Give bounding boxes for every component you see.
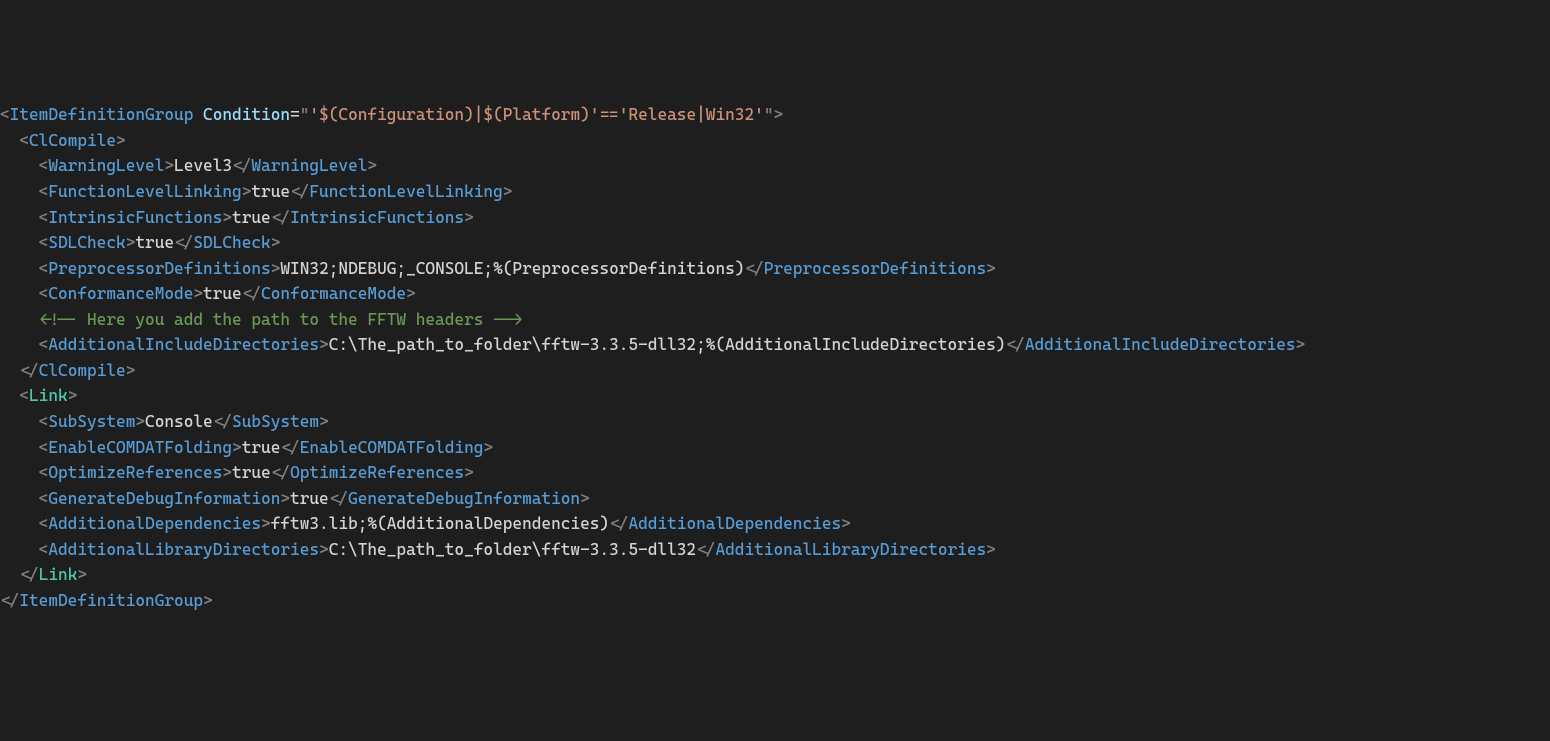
code-line: <AdditionalIncludeDirectories>C:\The_pat… <box>0 332 1550 358</box>
code-line: <PreprocessorDefinitions>WIN32;NDEBUG;_C… <box>0 256 1550 282</box>
code-line: </ClCompile> <box>0 358 1550 384</box>
code-line: <AdditionalLibraryDirectories>C:\The_pat… <box>0 537 1550 563</box>
code-line: <WarningLevel>Level3</WarningLevel> <box>0 153 1550 179</box>
code-line: <IntrinsicFunctions>true</IntrinsicFunct… <box>0 205 1550 231</box>
code-line: </Link> <box>0 562 1550 588</box>
code-line: <!-- Here you add the path to the FFTW h… <box>0 307 1550 333</box>
code-line: <SubSystem>Console</SubSystem> <box>0 409 1550 435</box>
code-line: <EnableCOMDATFolding>true</EnableCOMDATF… <box>0 435 1550 461</box>
code-line: <AdditionalDependencies>fftw3.lib;%(Addi… <box>0 511 1550 537</box>
code-line: <ItemDefinitionGroup Condition="'$(Confi… <box>0 102 1550 128</box>
code-line: </ItemDefinitionGroup> <box>0 588 1550 614</box>
code-line: <ClCompile> <box>0 128 1550 154</box>
code-line: <SDLCheck>true</SDLCheck> <box>0 230 1550 256</box>
xml-code-view[interactable]: <ItemDefinitionGroup Condition="'$(Confi… <box>0 102 1550 613</box>
code-line: <GenerateDebugInformation>true</Generate… <box>0 486 1550 512</box>
code-line: <Link> <box>0 383 1550 409</box>
code-line: <OptimizeReferences>true</OptimizeRefere… <box>0 460 1550 486</box>
code-line: <FunctionLevelLinking>true</FunctionLeve… <box>0 179 1550 205</box>
code-line: <ConformanceMode>true</ConformanceMode> <box>0 281 1550 307</box>
